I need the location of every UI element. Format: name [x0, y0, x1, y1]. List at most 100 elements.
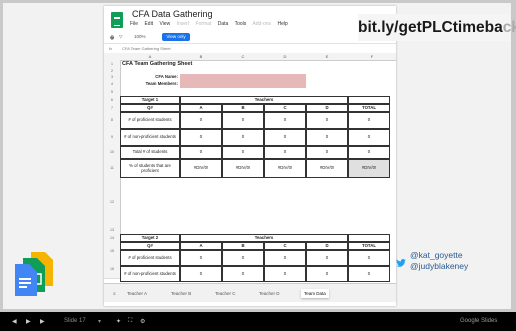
data-cell[interactable]: 0 — [306, 250, 348, 266]
row-label[interactable]: # of proficient students — [120, 250, 180, 266]
slide-dropdown-icon[interactable]: ▾ — [98, 318, 101, 325]
menu-tools[interactable]: Tools — [235, 21, 247, 27]
target-label[interactable]: Target 1 — [120, 96, 180, 104]
data-cell[interactable]: 0 — [264, 266, 306, 282]
slide-number-select[interactable]: Slide 17 — [64, 318, 86, 324]
total-cell[interactable]: 0 — [348, 266, 390, 282]
row-header[interactable]: 9 — [104, 129, 121, 147]
data-cell[interactable]: 0 — [222, 112, 264, 129]
tab-team-data[interactable]: Team Data — [301, 289, 329, 298]
sheet-title-cell[interactable]: CFA Team Gathering Sheet — [122, 60, 222, 68]
row-header[interactable]: 10 — [104, 146, 121, 160]
teacher-column-header[interactable]: B — [222, 242, 264, 250]
data-cell[interactable]: #DIV/0! — [264, 159, 306, 178]
data-cell[interactable]: 0 — [306, 112, 348, 129]
data-cell[interactable]: #DIV/0! — [306, 159, 348, 178]
next-slide-icon[interactable]: ▶ — [40, 318, 45, 325]
add-sheet-icon[interactable]: ≡ — [110, 289, 119, 298]
row-header[interactable]: 16 — [104, 260, 121, 279]
view-only-button[interactable]: View only — [162, 33, 190, 41]
data-cell[interactable]: 0 — [180, 266, 222, 282]
data-cell[interactable]: 0 — [306, 266, 348, 282]
menu-view[interactable]: View — [159, 21, 170, 27]
row-header[interactable]: 15 — [104, 242, 121, 261]
row-label[interactable]: % of students that are proficient — [120, 159, 180, 178]
question-number-cell[interactable]: Q# — [120, 104, 180, 112]
handle-2[interactable]: @judyblakeney — [410, 261, 468, 272]
settings-gear-icon[interactable]: ⚙ — [140, 318, 145, 325]
row-header[interactable]: 11 — [104, 159, 121, 179]
teacher-column-header[interactable]: A — [180, 104, 222, 112]
teacher-column-header[interactable]: A — [180, 242, 222, 250]
data-cell[interactable]: #DIV/0! — [180, 159, 222, 178]
data-cell[interactable]: 0 — [306, 146, 348, 159]
handle-1[interactable]: @kat_goyette — [410, 250, 468, 261]
tab-teacher-b[interactable]: Teacher B — [168, 289, 194, 298]
column-header-d[interactable]: D — [264, 53, 307, 61]
teacher-column-header[interactable]: C — [264, 242, 306, 250]
row-header[interactable]: 8 — [104, 112, 121, 130]
cfa-name-input[interactable] — [180, 74, 306, 81]
data-cell[interactable]: 0 — [264, 129, 306, 146]
teachers-header[interactable]: Teachers — [180, 234, 348, 242]
menu-file[interactable]: File — [130, 21, 138, 27]
total-column-header[interactable]: TOTAL — [348, 104, 390, 112]
data-cell[interactable]: 0 — [222, 266, 264, 282]
total-header-spacer[interactable] — [348, 234, 390, 242]
target-label[interactable]: Target 2 — [120, 234, 180, 242]
column-header-c[interactable]: C — [222, 53, 265, 61]
menu-insert[interactable]: Insert — [177, 21, 190, 27]
total-column-header[interactable]: TOTAL — [348, 242, 390, 250]
menu-help[interactable]: Help — [277, 21, 287, 27]
menu-format[interactable]: Format — [196, 21, 212, 27]
menu-data[interactable]: Data — [218, 21, 229, 27]
column-header-e[interactable]: E — [306, 53, 349, 61]
teachers-header[interactable]: Teachers — [180, 96, 348, 104]
row-header[interactable]: 12 — [104, 178, 121, 227]
data-cell[interactable]: #DIV/0! — [222, 159, 264, 178]
tab-teacher-d[interactable]: Teacher D — [256, 289, 283, 298]
row-label[interactable]: # of non-proficient students — [120, 129, 180, 146]
team-members-input[interactable] — [180, 81, 306, 88]
data-cell[interactable]: 0 — [264, 146, 306, 159]
bitly-link-banner[interactable]: bit.ly/getPLCtimeback — [358, 14, 516, 41]
total-cell[interactable]: 0 — [348, 129, 390, 146]
print-icon[interactable]: 🖶 — [110, 34, 114, 42]
document-title[interactable]: CFA Data Gathering — [132, 9, 213, 19]
teacher-column-header[interactable]: C — [264, 104, 306, 112]
data-cell[interactable]: 0 — [222, 250, 264, 266]
tab-teacher-a[interactable]: Teacher A — [124, 289, 150, 298]
data-cell[interactable]: 0 — [264, 112, 306, 129]
teacher-column-header[interactable]: D — [306, 242, 348, 250]
question-number-cell[interactable]: Q# — [120, 242, 180, 250]
data-cell[interactable]: 0 — [222, 146, 264, 159]
row-label[interactable]: Total # of students — [120, 146, 180, 159]
data-cell[interactable]: 0 — [180, 129, 222, 146]
column-header-f[interactable]: F — [348, 53, 396, 61]
total-cell[interactable]: 0 — [348, 250, 390, 266]
menu-addons[interactable]: Add-ons — [252, 21, 271, 27]
fullscreen-icon[interactable]: ⛶ — [128, 318, 132, 325]
menu-edit[interactable]: Edit — [144, 21, 153, 27]
zoom-select[interactable]: 100% — [134, 34, 146, 39]
pointer-icon[interactable]: ✦ — [116, 318, 121, 325]
formula-content[interactable]: CFA Team Gathering Sheet — [122, 46, 171, 51]
teacher-column-header[interactable]: B — [222, 104, 264, 112]
total-cell[interactable]: 0 — [348, 146, 390, 159]
play-icon[interactable]: ▶ — [26, 318, 31, 325]
total-cell[interactable]: 0 — [348, 112, 390, 129]
row-label[interactable]: # of proficient students — [120, 112, 180, 129]
tab-teacher-c[interactable]: Teacher C — [212, 289, 239, 298]
data-cell[interactable]: 0 — [264, 250, 306, 266]
filter-icon[interactable]: ▽ — [119, 34, 122, 40]
data-cell[interactable]: 0 — [180, 250, 222, 266]
total-cell[interactable]: #DIV/0! — [348, 159, 390, 178]
data-cell[interactable]: 0 — [180, 146, 222, 159]
row-label[interactable]: # of non-proficient students — [120, 266, 180, 282]
data-cell[interactable]: 0 — [222, 129, 264, 146]
data-cell[interactable]: 0 — [180, 112, 222, 129]
data-cell[interactable]: 0 — [306, 129, 348, 146]
teacher-column-header[interactable]: D — [306, 104, 348, 112]
prev-slide-icon[interactable]: ◀ — [12, 318, 17, 325]
total-header-spacer[interactable] — [348, 96, 390, 104]
